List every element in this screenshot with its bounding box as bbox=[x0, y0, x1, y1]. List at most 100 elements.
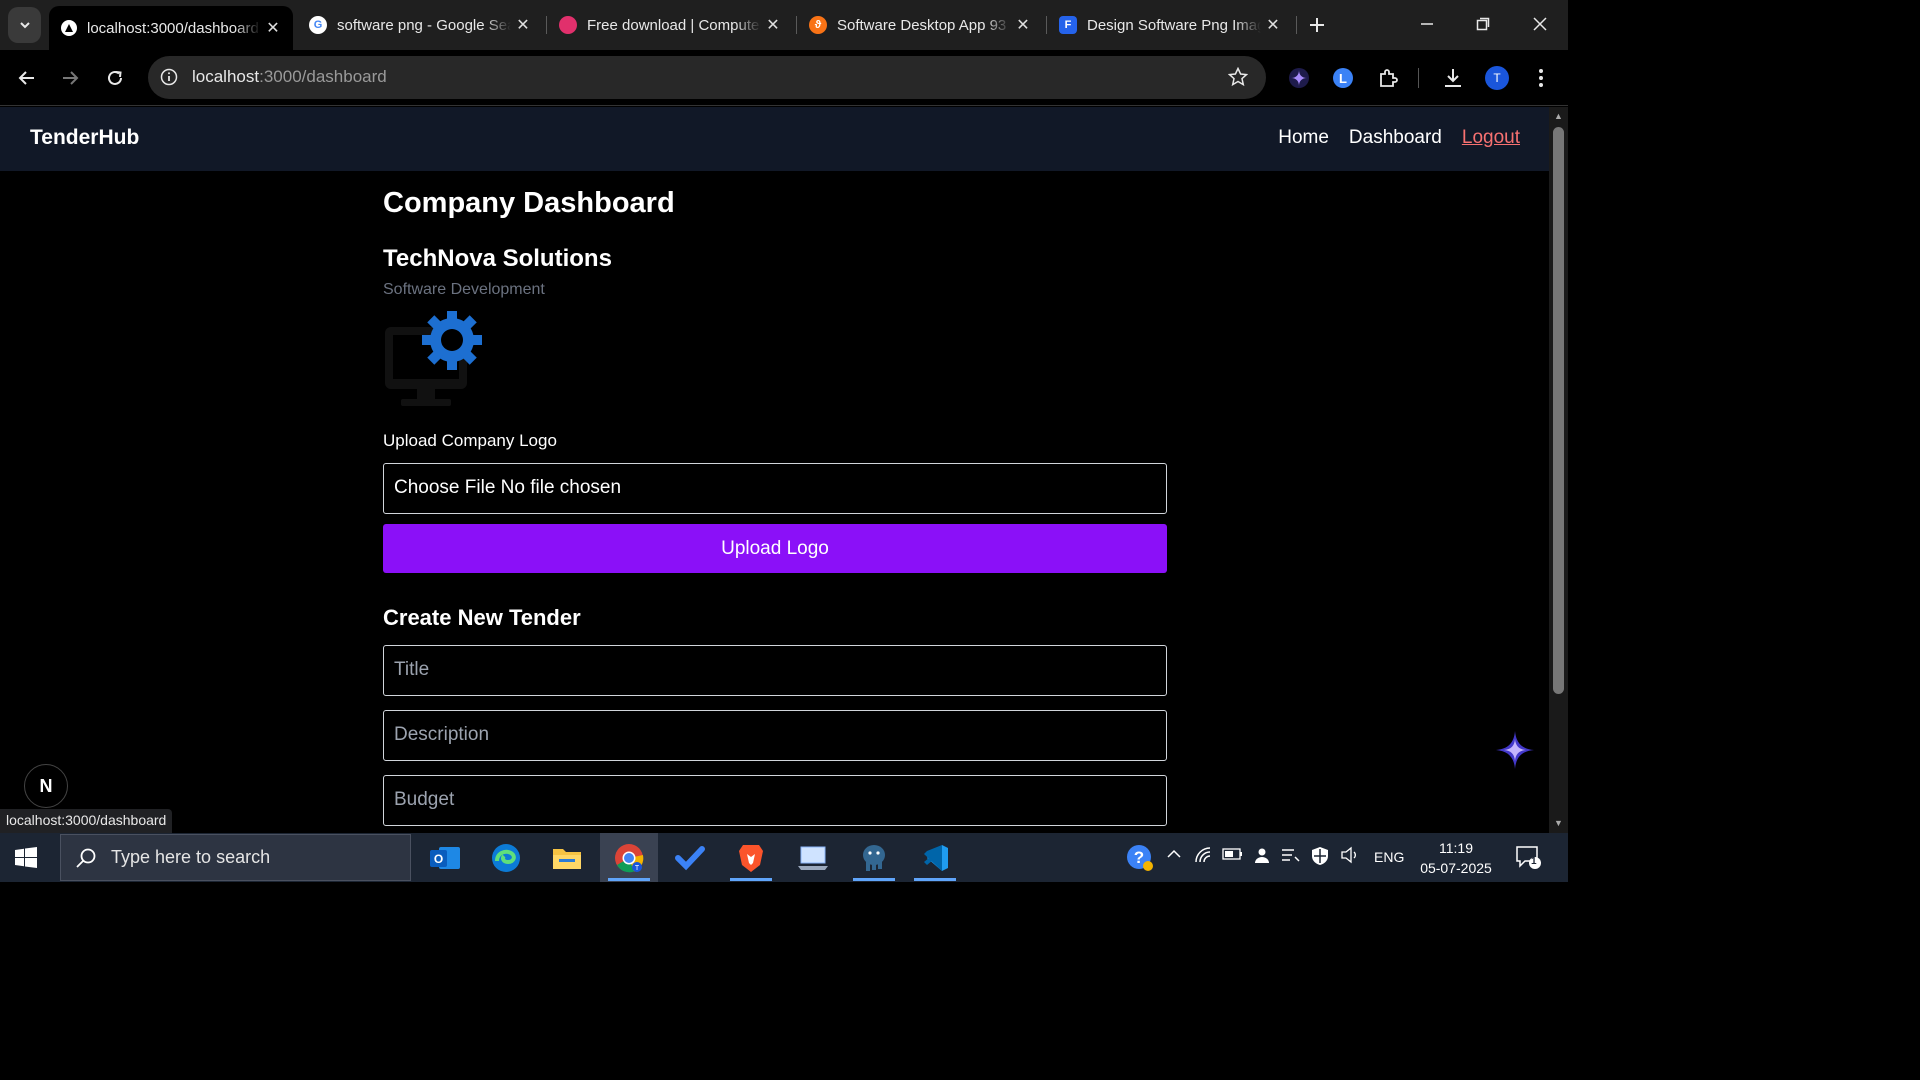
chrome-icon[interactable]: T bbox=[600, 833, 658, 882]
close-icon[interactable]: ✕ bbox=[1011, 15, 1035, 35]
svg-text:L: L bbox=[1339, 71, 1347, 86]
nav-logout-link[interactable]: Logout bbox=[1462, 127, 1520, 149]
notification-count: 1 bbox=[1531, 856, 1537, 867]
close-icon[interactable]: ✕ bbox=[1261, 15, 1285, 35]
browser-toolbar: localhost:3000/dashboard L T bbox=[0, 50, 1568, 106]
people-icon[interactable] bbox=[1253, 846, 1271, 867]
tab-title: Free download | Computer software bbox=[587, 16, 761, 34]
restore-button[interactable] bbox=[1463, 10, 1503, 40]
nav-dashboard-link[interactable]: Dashboard bbox=[1349, 127, 1442, 149]
notifications-icon[interactable]: 1 bbox=[1515, 845, 1541, 872]
scroll-down-icon[interactable]: ▼ bbox=[1553, 818, 1564, 828]
close-icon bbox=[1533, 17, 1547, 31]
tab-title: Design Software Png Images bbox=[1087, 16, 1261, 34]
tender-description-input[interactable]: Description bbox=[383, 710, 1167, 761]
site-info-icon[interactable] bbox=[160, 68, 178, 91]
gemini-extension-icon[interactable] bbox=[1285, 64, 1313, 92]
tab-free-download[interactable]: Free download | Computer software ✕ bbox=[547, 6, 793, 44]
clock-time: 11:19 bbox=[1439, 840, 1473, 856]
plus-icon bbox=[1310, 18, 1324, 32]
tab-software-desktop-app[interactable]: ϑ Software Desktop App 93 ✕ bbox=[797, 6, 1043, 44]
page-title: Company Dashboard bbox=[383, 187, 675, 219]
scrollbar-thumb[interactable] bbox=[1553, 127, 1564, 694]
battery-icon[interactable] bbox=[1222, 846, 1244, 865]
address-url: localhost:3000/dashboard bbox=[192, 67, 387, 87]
create-tender-heading: Create New Tender bbox=[383, 605, 581, 630]
downloads-icon[interactable] bbox=[1439, 64, 1467, 92]
tab-google-search[interactable]: G software png - Google Search ✕ bbox=[297, 6, 543, 44]
upload-logo-button[interactable]: Upload Logo bbox=[383, 524, 1167, 573]
close-icon[interactable]: ✕ bbox=[511, 15, 535, 35]
browser-menu-button[interactable] bbox=[1527, 64, 1555, 92]
tab-strip: localhost:3000/dashboard ✕ G software pn… bbox=[0, 0, 1568, 50]
nav-links: Home Dashboard Logout bbox=[1278, 127, 1520, 149]
tab-search-button[interactable] bbox=[8, 7, 41, 43]
wifi-icon[interactable] bbox=[1194, 846, 1214, 867]
close-window-button[interactable] bbox=[1520, 10, 1560, 40]
reload-icon bbox=[108, 70, 122, 85]
taskbar-clock[interactable]: 11:19 05-07-2025 bbox=[1412, 838, 1500, 878]
action-center-list-icon[interactable] bbox=[1280, 846, 1300, 867]
svg-text:O: O bbox=[434, 852, 443, 866]
company-logo bbox=[383, 310, 483, 411]
help-icon[interactable]: ? bbox=[1126, 844, 1154, 875]
postgres-icon[interactable] bbox=[845, 833, 903, 882]
todo-icon[interactable] bbox=[661, 833, 719, 882]
profile-initial: T bbox=[1485, 66, 1509, 90]
url-path: :3000/dashboard bbox=[259, 67, 387, 86]
language-indicator[interactable]: ENG bbox=[1374, 849, 1404, 865]
windows-taskbar: Type here to search O T ? ENG 11:19 05-0… bbox=[0, 833, 1568, 882]
tab-title: software png - Google Search bbox=[337, 16, 511, 34]
assistant-sparkle-icon[interactable] bbox=[1494, 729, 1536, 771]
svg-text:?: ? bbox=[1134, 848, 1144, 867]
brave-icon[interactable] bbox=[722, 833, 780, 882]
new-tab-button[interactable] bbox=[1304, 12, 1330, 38]
security-shield-icon[interactable] bbox=[1310, 846, 1330, 869]
taskbar-search[interactable]: Type here to search bbox=[60, 834, 411, 881]
toolbar-divider bbox=[1418, 68, 1419, 88]
volume-icon[interactable] bbox=[1340, 846, 1360, 867]
extensions-puzzle-icon[interactable] bbox=[1374, 64, 1402, 92]
scroll-up-icon[interactable]: ▲ bbox=[1553, 111, 1564, 121]
tab-title: localhost:3000/dashboard bbox=[87, 19, 259, 37]
nextjs-triangle-icon bbox=[61, 20, 77, 36]
web-page: TenderHub Home Dashboard Logout Company … bbox=[0, 107, 1549, 833]
windows-start-button[interactable] bbox=[14, 846, 38, 870]
close-icon[interactable]: ✕ bbox=[261, 18, 285, 38]
tab-localhost-dashboard[interactable]: localhost:3000/dashboard ✕ bbox=[49, 6, 293, 50]
bookmark-star-icon[interactable] bbox=[1227, 66, 1249, 92]
chevron-down-icon bbox=[19, 22, 30, 29]
chevron-up-icon[interactable] bbox=[1166, 846, 1182, 865]
windows-logo-icon bbox=[15, 847, 37, 868]
vscode-icon[interactable] bbox=[906, 833, 964, 882]
password-manager-extension-icon[interactable]: L bbox=[1329, 64, 1357, 92]
monitor-gear-icon bbox=[385, 310, 482, 406]
page-scrollbar[interactable]: ▲ ▼ bbox=[1549, 107, 1568, 833]
arrow-right-icon bbox=[63, 71, 79, 85]
company-name: TechNova Solutions bbox=[383, 245, 612, 272]
brand-logo[interactable]: TenderHub bbox=[30, 126, 139, 150]
edge-icon[interactable] bbox=[477, 833, 535, 882]
file-explorer-icon[interactable] bbox=[538, 833, 596, 882]
laptop-app-icon[interactable] bbox=[784, 833, 842, 882]
address-bar[interactable]: localhost:3000/dashboard bbox=[148, 56, 1266, 99]
drop-icon bbox=[559, 16, 577, 34]
minimize-button[interactable] bbox=[1407, 10, 1447, 40]
tender-title-input[interactable]: Title bbox=[383, 645, 1167, 696]
tender-budget-input[interactable]: Budget bbox=[383, 775, 1167, 826]
profile-avatar[interactable]: T bbox=[1483, 64, 1511, 92]
forward-button[interactable] bbox=[56, 64, 84, 92]
logo-file-input[interactable]: Choose File No file chosen bbox=[383, 463, 1167, 514]
tab-title: Software Desktop App 93 bbox=[837, 16, 1007, 34]
nav-home-link[interactable]: Home bbox=[1278, 127, 1329, 149]
status-bar-url: localhost:3000/dashboard bbox=[0, 809, 173, 833]
outlook-icon[interactable]: O bbox=[416, 833, 474, 882]
back-button[interactable] bbox=[13, 64, 41, 92]
url-host: localhost bbox=[192, 67, 260, 86]
blue-doc-icon: F bbox=[1059, 16, 1077, 34]
tab-design-software-png[interactable]: F Design Software Png Images ✕ bbox=[1047, 6, 1293, 44]
reload-button[interactable] bbox=[101, 64, 129, 92]
close-icon[interactable]: ✕ bbox=[761, 15, 785, 35]
nextjs-dev-badge[interactable]: N bbox=[24, 764, 68, 808]
kebab-menu-icon bbox=[1539, 69, 1543, 87]
